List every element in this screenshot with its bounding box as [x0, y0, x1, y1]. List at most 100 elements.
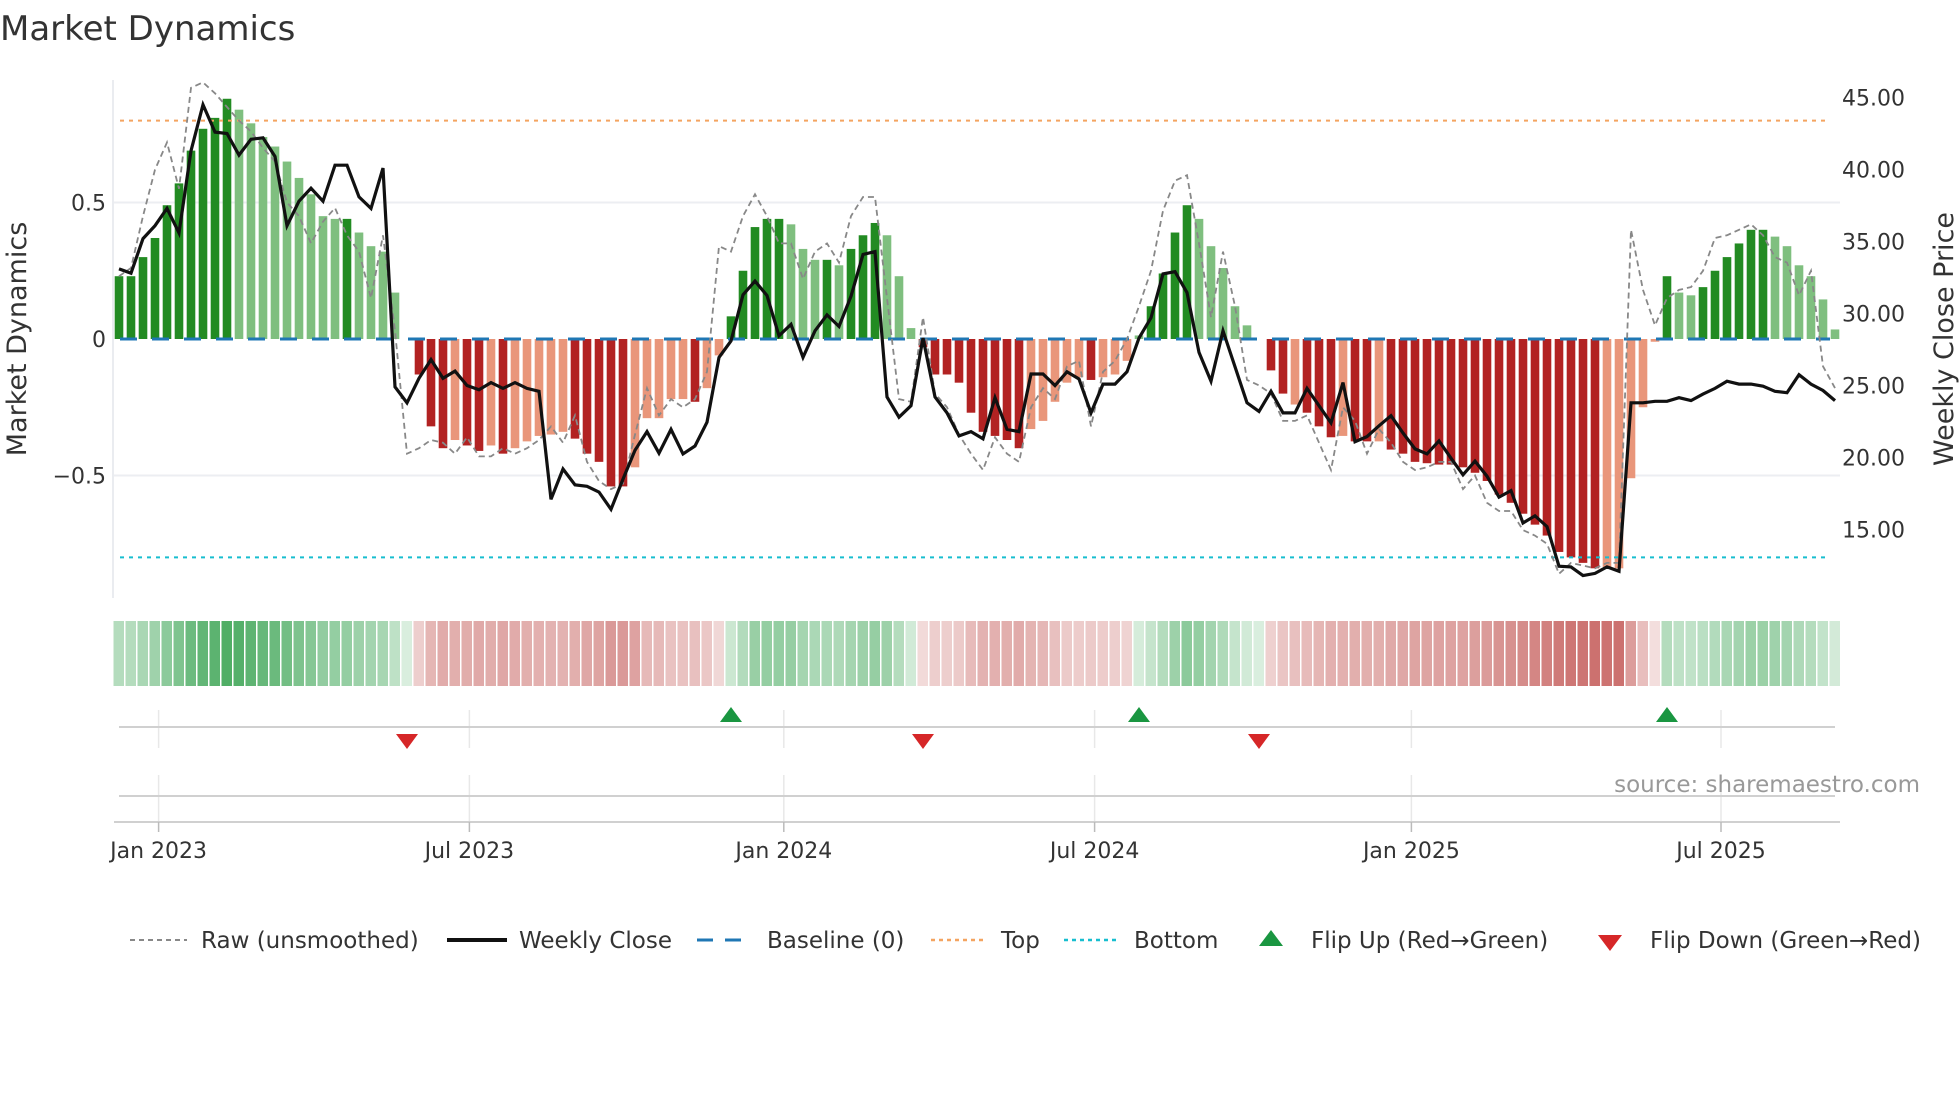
- heat-cell: [449, 621, 460, 686]
- dynamics-bar: [1362, 339, 1372, 442]
- legend-flip-up-label: Flip Up (Red→Green): [1311, 928, 1548, 954]
- heat-strip: [113, 621, 1840, 686]
- legend-flip-down-label: Flip Down (Green→Red): [1650, 928, 1921, 954]
- x-tick-label: Jan 2023: [108, 839, 207, 864]
- heat-cell: [485, 621, 496, 686]
- heat-cell: [725, 621, 736, 686]
- heat-cell: [1409, 621, 1420, 686]
- heat-cell: [1397, 621, 1408, 686]
- heat-cell: [1769, 621, 1780, 686]
- heat-cell: [1829, 621, 1840, 686]
- heat-cell: [401, 621, 412, 686]
- heat-cell: [1589, 621, 1600, 686]
- dynamics-bar: [342, 218, 352, 339]
- heat-cell: [605, 621, 616, 686]
- heat-cell: [1745, 621, 1756, 686]
- heat-cell: [881, 621, 892, 686]
- dynamics-bar: [978, 339, 988, 432]
- heat-cell: [1037, 621, 1048, 686]
- heat-cell: [1325, 621, 1336, 686]
- heat-cell: [353, 621, 364, 686]
- y-axis-ticks: 0.5 0 −0.5: [53, 192, 106, 490]
- heat-cell: [1445, 621, 1456, 686]
- heat-cell: [701, 621, 712, 686]
- heat-cell: [461, 621, 472, 686]
- dynamics-bar: [1794, 265, 1804, 339]
- y-tick-label: −0.5: [53, 465, 106, 490]
- dynamics-bar: [1566, 339, 1576, 558]
- y-tick-label: 0: [92, 328, 106, 353]
- dynamics-bar: [1662, 276, 1672, 339]
- dynamics-bar: [1758, 229, 1768, 339]
- dynamics-bar: [1746, 229, 1756, 339]
- dynamics-bar: [1518, 339, 1528, 514]
- heat-cell: [125, 621, 136, 686]
- flip-up-marker: [720, 707, 742, 722]
- x-tick-label: Jan 2024: [733, 839, 832, 864]
- heat-cell: [425, 621, 436, 686]
- dynamics-bar: [546, 339, 556, 435]
- heat-cell: [1421, 621, 1432, 686]
- dynamics-bar: [1698, 287, 1708, 339]
- heat-cell: [929, 621, 940, 686]
- dynamics-bar: [210, 117, 220, 340]
- heat-cell: [293, 621, 304, 686]
- heat-cell: [1505, 621, 1516, 686]
- x-axis-ticks: Jan 2023 Jul 2023 Jan 2024 Jul 2024 Jan 2025…: [108, 822, 1766, 864]
- heat-cell: [1613, 621, 1624, 686]
- dynamics-bar: [1386, 339, 1396, 450]
- dynamics-bar: [114, 276, 124, 339]
- heat-cell: [1637, 621, 1648, 686]
- heat-cell: [737, 621, 748, 686]
- heat-cell: [1709, 621, 1720, 686]
- heat-cell: [1145, 621, 1156, 686]
- heat-cell: [593, 621, 604, 686]
- dynamics-bar: [1470, 339, 1480, 473]
- heat-cell: [1793, 621, 1804, 686]
- dynamics-bar: [1182, 205, 1192, 339]
- dynamics-bar: [1734, 243, 1744, 339]
- heat-cell: [1361, 621, 1372, 686]
- dynamics-bar: [1446, 339, 1456, 465]
- heat-cell: [785, 621, 796, 686]
- dynamics-bar: [1314, 339, 1324, 427]
- heat-cell: [569, 621, 580, 686]
- dynamics-bar: [1194, 218, 1204, 339]
- dynamics-bar: [1530, 339, 1540, 525]
- heat-cell: [1073, 621, 1084, 686]
- heat-cell: [1625, 621, 1636, 686]
- dynamics-bar: [906, 328, 916, 339]
- heat-cell: [953, 621, 964, 686]
- dynamics-bar: [474, 339, 484, 451]
- heat-cell: [1133, 621, 1144, 686]
- dynamics-bar: [1542, 339, 1552, 536]
- heat-cell: [497, 621, 508, 686]
- dynamics-bar: [234, 109, 244, 340]
- y-tick-label: 0.5: [71, 192, 106, 217]
- dynamics-bar: [1122, 339, 1132, 361]
- series-lines: [118, 81, 1837, 578]
- dynamics-bar: [1278, 339, 1288, 394]
- heat-cell: [941, 621, 952, 686]
- heat-cell: [1817, 621, 1828, 686]
- dynamics-bar: [1242, 325, 1252, 339]
- dynamics-bar: [438, 339, 448, 449]
- flip-marker-panel: Jan 2023 Jul 2023 Jan 2024 Jul 2024 Jan 2025…: [108, 707, 1920, 864]
- heat-cell: [1529, 621, 1540, 686]
- heat-cell: [917, 621, 928, 686]
- heat-cell: [1253, 621, 1264, 686]
- source-label: source: sharemaestro.com: [1614, 772, 1920, 798]
- dynamics-bar: [462, 339, 472, 446]
- heat-cell: [905, 621, 916, 686]
- legend-item-flip-up: Flip Up (Red→Green): [1259, 928, 1548, 954]
- dynamics-bar: [1818, 299, 1828, 339]
- heat-cell: [653, 621, 664, 686]
- flip-up-marker: [1128, 707, 1150, 722]
- heat-cell: [473, 621, 484, 686]
- dynamics-bar: [1506, 339, 1516, 503]
- heat-cell: [113, 621, 124, 686]
- heat-cell: [173, 621, 184, 686]
- heat-cell: [545, 621, 556, 686]
- dynamics-bar: [246, 123, 256, 339]
- y-right-tick-label: 45.00: [1842, 87, 1905, 112]
